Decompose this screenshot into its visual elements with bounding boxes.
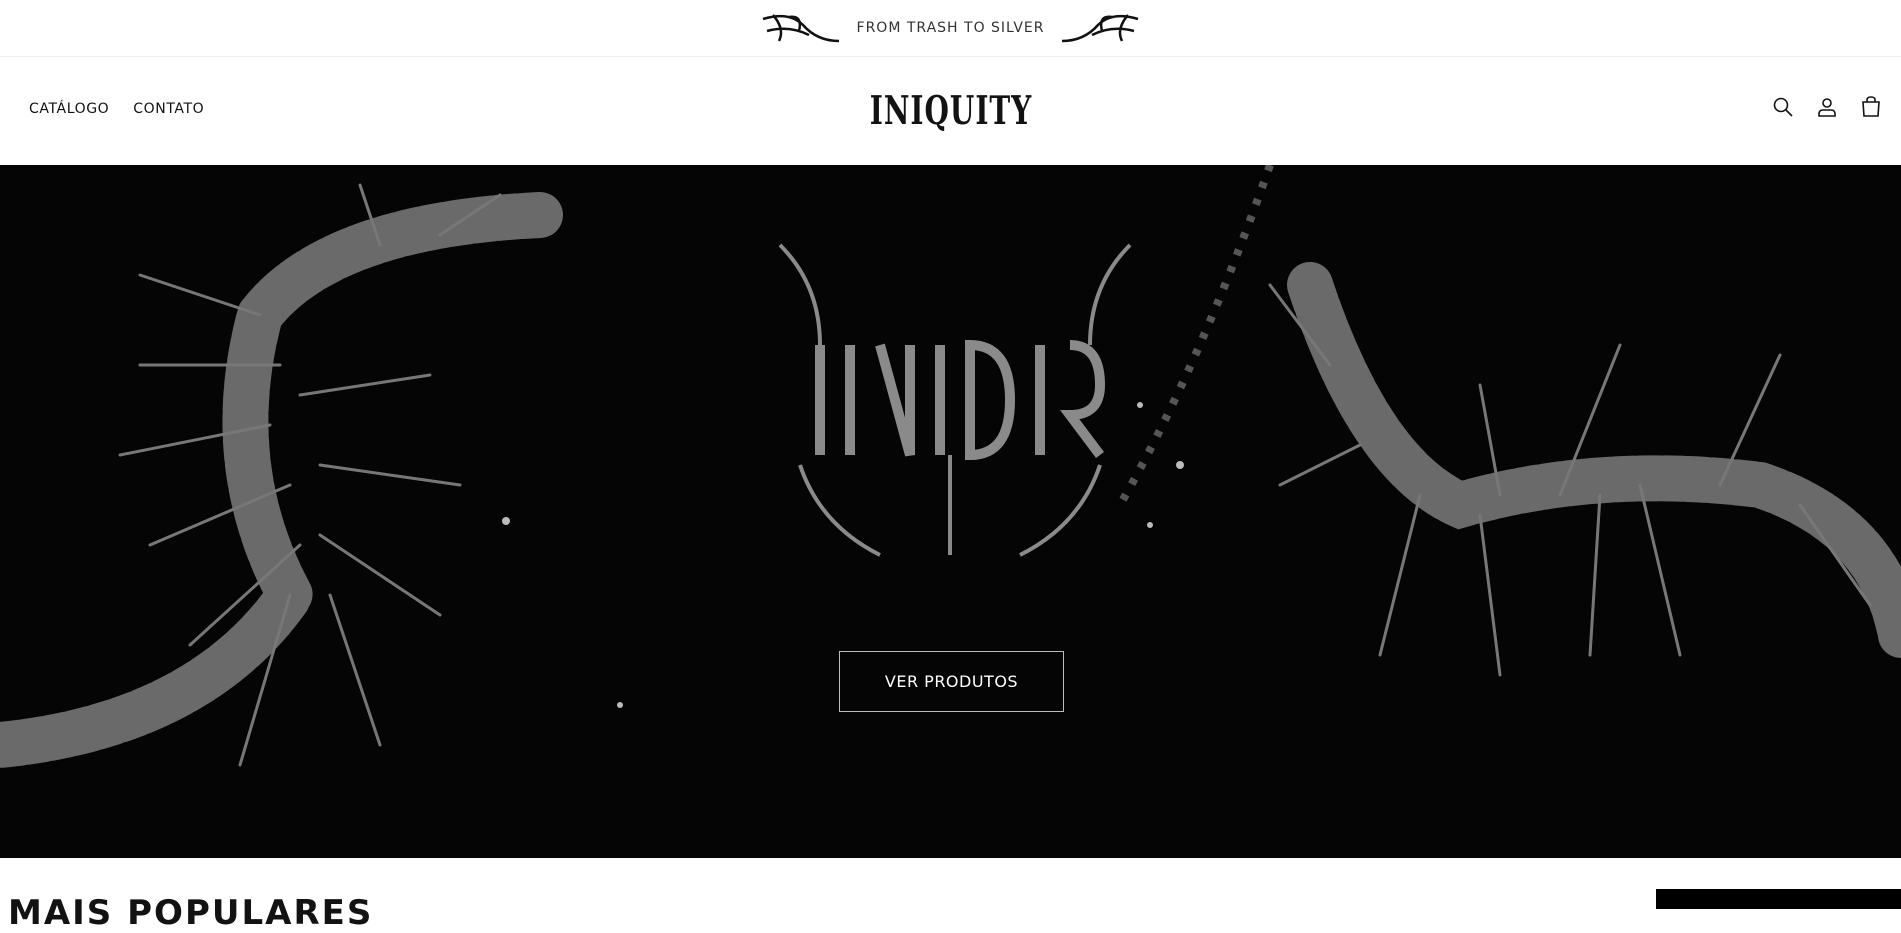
- account-icon[interactable]: [1815, 95, 1839, 119]
- main-nav: CATÁLOGO CONTATO: [29, 101, 204, 117]
- search-icon[interactable]: [1771, 95, 1795, 119]
- hero-band-logo: [778, 243, 1132, 557]
- nav-catalogo[interactable]: CATÁLOGO: [29, 101, 109, 117]
- announcement-text: FROM TRASH TO SILVER: [856, 20, 1045, 36]
- view-products-button[interactable]: VER PRODUTOS: [839, 651, 1064, 712]
- section-title-popular: MAIS POPULARES: [8, 893, 374, 933]
- site-header: CATÁLOGO CONTATO INIQUITY: [0, 57, 1901, 165]
- nav-contato[interactable]: CONTATO: [133, 101, 204, 117]
- site-logo[interactable]: INIQUITY: [870, 75, 1032, 145]
- view-all-button[interactable]: [1656, 889, 1901, 909]
- announcement-bar: FROM TRASH TO SILVER: [0, 0, 1901, 57]
- hero-artwork-image: [0, 165, 1901, 768]
- cart-icon[interactable]: [1859, 95, 1883, 119]
- hero-banner: VER PRODUTOS: [0, 165, 1901, 858]
- tribal-ornament-right-icon: [1062, 14, 1139, 43]
- tribal-ornament-left-icon: [762, 14, 839, 43]
